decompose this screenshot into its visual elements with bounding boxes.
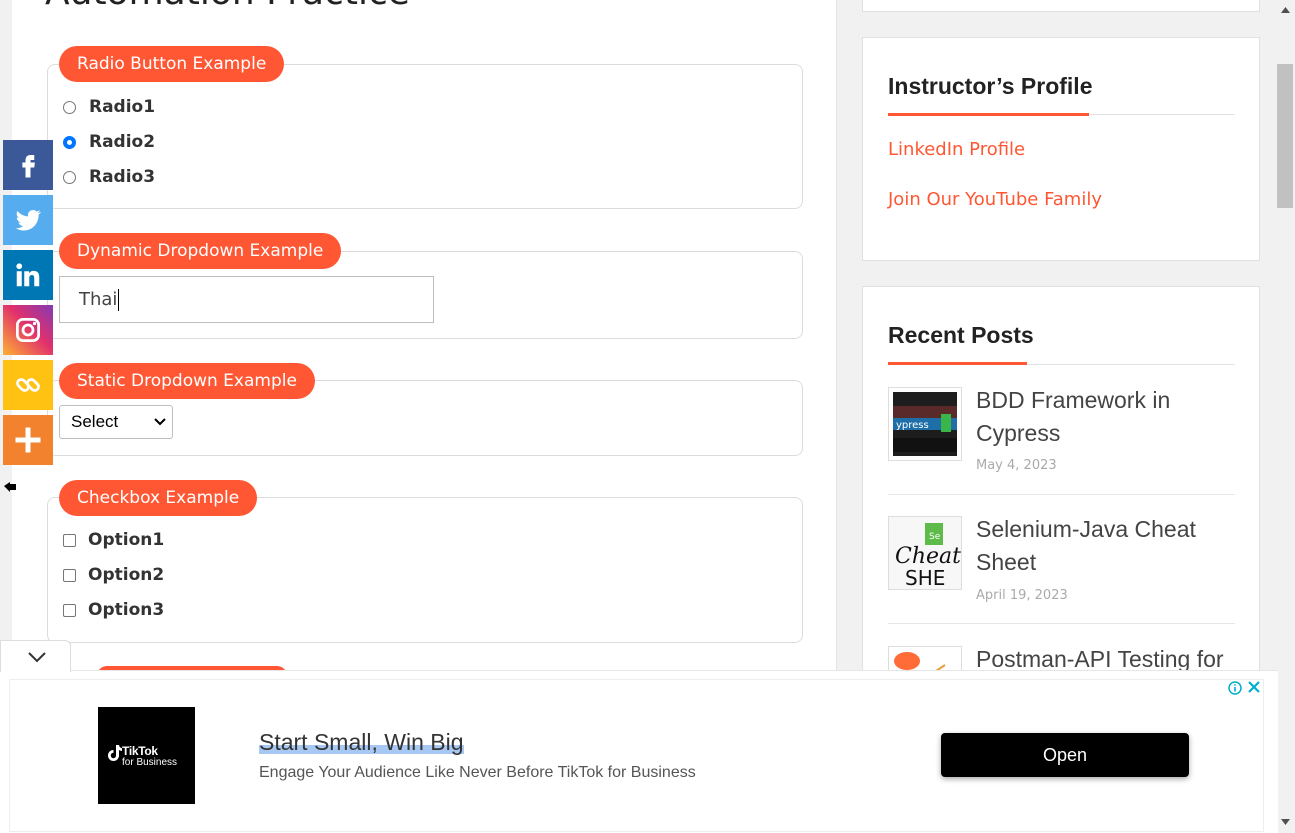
option3-label: Option3 [88,600,165,620]
text-caret [118,289,120,311]
chevron-down-icon [154,406,166,450]
static-dropdown-legend: Static Dropdown Example [59,363,315,399]
option2-checkbox[interactable] [63,568,76,582]
link-icon [16,378,40,392]
option3-checkbox[interactable] [63,603,76,617]
cheat-sheet-thumbnail-icon: Se Cheat SHE [889,517,961,589]
svg-text:Se: Se [929,532,941,542]
post-divider [888,623,1235,624]
post-thumbnail-1[interactable]: ypress [888,387,962,461]
linkedin-icon [16,263,40,287]
checkbox-legend: Checkbox Example [59,480,258,516]
autocomplete-value: Thai [79,289,118,310]
dynamic-dropdown-legend: Dynamic Dropdown Example [59,233,342,269]
static-dropdown-select[interactable]: Select [59,405,173,439]
radio-option-1[interactable]: Radio1 [63,95,155,119]
hand-point-left-icon[interactable] [4,481,17,497]
ad-description: Engage Your Audience Like Never Before T… [259,764,696,781]
scrollbar-thumb[interactable] [1277,64,1293,208]
youtube-family-link[interactable]: Join Our YouTube Family [888,189,1102,210]
option2-label: Option2 [88,565,165,585]
instagram-icon [16,318,40,342]
ad-info-icon[interactable] [1228,681,1242,699]
autocomplete-input[interactable]: Thai [59,276,434,323]
post-thumbnail-2[interactable]: Se Cheat SHE [888,516,962,590]
twitter-share-button[interactable] [3,195,53,245]
option1-checkbox[interactable] [63,533,76,547]
checkbox-option-2[interactable]: Option2 [63,563,164,587]
chevron-down-icon [28,652,46,663]
recent-posts-title: Recent Posts [888,322,1034,348]
ad-headline[interactable]: Start Small, Win Big [259,729,464,756]
tiktok-logo[interactable]: TikTok for Business [98,707,195,804]
radio2-label: Radio2 [89,132,156,152]
radio-option-2[interactable]: Radio2 [63,130,155,154]
sidebar-widget-top [862,0,1260,12]
post-title-2[interactable]: Selenium-Java Cheat Sheet [976,513,1246,579]
radio1-input[interactable] [63,100,76,114]
facebook-icon [22,155,35,178]
twitter-icon [15,209,42,231]
radio-option-3[interactable]: Radio3 [63,165,155,189]
linkedin-share-button[interactable] [3,250,53,300]
post-date-1: May 4, 2023 [976,458,1057,473]
more-share-button[interactable] [3,415,53,465]
instructor-title-underline [888,113,1089,116]
radio3-label: Radio3 [89,167,156,187]
svg-text:ypress: ypress [896,420,929,431]
recent-posts-title-underline [888,362,1027,365]
radio3-input[interactable] [63,170,76,184]
post-divider [888,494,1235,495]
checkbox-option-1[interactable]: Option1 [63,528,164,552]
instructor-title: Instructor’s Profile [888,73,1093,99]
ad-collapse-button[interactable] [0,640,71,672]
tiktok-brand-name: TikTok [122,744,158,758]
post-title-1[interactable]: BDD Framework in Cypress [976,384,1246,450]
cypress-thumbnail-icon: ypress [893,392,957,456]
option1-label: Option1 [88,530,165,550]
scroll-down-arrow-icon[interactable] [1281,818,1290,828]
page-title: Automation Practice [45,0,410,13]
radio2-input[interactable] [63,135,76,149]
select-value: Select [71,412,119,431]
ad-open-button[interactable]: Open [941,733,1189,777]
svg-text:SHE: SHE [905,566,945,589]
more-icon [15,427,41,453]
ad-close-icon[interactable] [1247,679,1261,699]
post-date-2: April 19, 2023 [976,588,1068,603]
copy-link-share-button[interactable] [3,360,53,410]
instagram-share-button[interactable] [3,305,53,355]
linkedin-profile-link[interactable]: LinkedIn Profile [888,139,1025,160]
radio-section [47,64,803,209]
radio1-label: Radio1 [89,97,156,117]
radio-legend: Radio Button Example [59,46,285,82]
scroll-up-arrow-icon[interactable] [1281,6,1290,16]
facebook-share-button[interactable] [3,140,53,190]
tiktok-brand-sub: for Business [122,757,178,768]
checkbox-option-3[interactable]: Option3 [63,598,164,622]
tiktok-icon [108,745,122,761]
